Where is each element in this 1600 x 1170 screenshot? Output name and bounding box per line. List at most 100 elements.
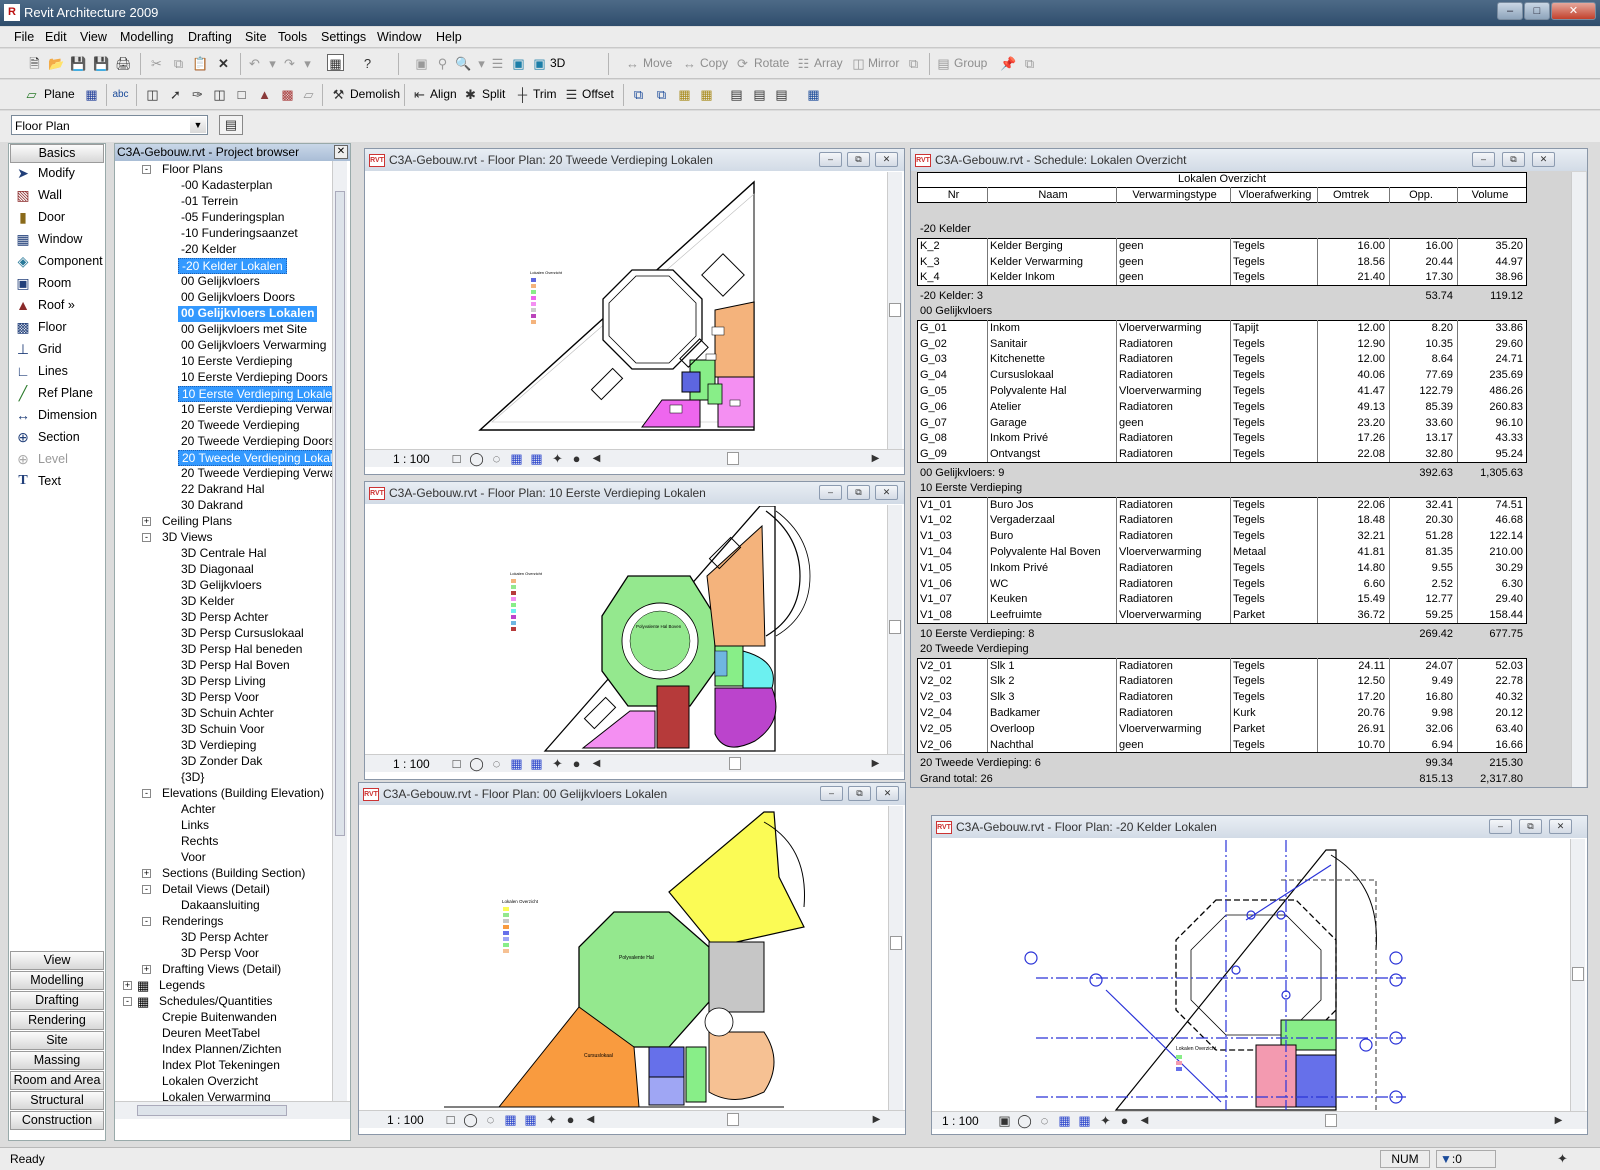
- tree-expander[interactable]: -: [142, 165, 151, 174]
- tree-item[interactable]: -20 Kelder: [181, 242, 236, 258]
- schedule-cell[interactable]: 486.26: [1457, 385, 1523, 397]
- shadows-icon[interactable]: ◌: [482, 1111, 499, 1128]
- tree-item[interactable]: 20 Tweede Verdieping Lokalen: [178, 450, 333, 466]
- scroll-right-icon[interactable]: ▶: [1550, 1112, 1567, 1129]
- menu-window[interactable]: Window: [377, 30, 421, 44]
- schedule-cell[interactable]: Tegels: [1233, 240, 1317, 252]
- tree-folder[interactable]: Floor Plans: [162, 162, 223, 178]
- schedule-cell[interactable]: 12.77: [1389, 593, 1453, 605]
- schedule-cell[interactable]: 40.06: [1317, 369, 1385, 381]
- schedule-cell[interactable]: Tegels: [1233, 385, 1317, 397]
- tree-item[interactable]: 3D Schuin Voor: [181, 722, 264, 738]
- schedule-cell[interactable]: V2_04: [920, 707, 987, 719]
- tree-folder[interactable]: Ceiling Plans: [162, 514, 232, 530]
- view-scale[interactable]: 1 : 100: [393, 452, 430, 466]
- tree-item[interactable]: 10 Eerste Verdieping Doors: [181, 370, 328, 386]
- schedule-cell[interactable]: 6.60: [1317, 578, 1385, 590]
- schedule-cell[interactable]: Vloerverwarming: [1119, 723, 1230, 735]
- mirror-button[interactable]: Mirror: [868, 56, 899, 70]
- tab-basics[interactable]: Basics: [10, 144, 104, 163]
- schedule-cell[interactable]: Atelier: [990, 401, 1116, 413]
- tree-item[interactable]: Deuren MeetTabel: [162, 1026, 260, 1042]
- schedule-cell[interactable]: G_06: [920, 401, 987, 413]
- schedule-cell[interactable]: Inkom Privé: [990, 432, 1116, 444]
- schedule-cell[interactable]: 29.40: [1457, 593, 1523, 605]
- crop-view-icon[interactable]: ▦: [508, 755, 525, 772]
- schedule-cell[interactable]: Radiatoren: [1119, 338, 1230, 350]
- minimize-button[interactable]: –: [1497, 2, 1523, 20]
- tool-modify[interactable]: ➤ Modify: [13, 163, 105, 183]
- zoom-list-icon[interactable]: ▾: [473, 55, 490, 72]
- tree-item[interactable]: Crepie Buitenwanden: [162, 1010, 277, 1026]
- schedule-cell[interactable]: Kurk: [1233, 707, 1317, 719]
- schedule-cell[interactable]: Radiatoren: [1119, 432, 1230, 444]
- schedule-cell[interactable]: 20.44: [1389, 256, 1453, 268]
- schedule-cell[interactable]: 12.00: [1317, 322, 1385, 334]
- tree-item[interactable]: 3D Persp Hal beneden: [181, 642, 302, 658]
- tree-item[interactable]: -10 Funderingsaanzet: [181, 226, 298, 242]
- close-icon[interactable]: ✕: [334, 145, 348, 159]
- schedule-cell[interactable]: Tegels: [1233, 369, 1317, 381]
- schedule-cell[interactable]: V1_05: [920, 562, 987, 574]
- schedule-cell[interactable]: K_2: [920, 240, 987, 252]
- schedule-cell[interactable]: Vergaderzaal: [990, 514, 1116, 526]
- schedule-cell[interactable]: Vloerverwarming: [1119, 546, 1230, 558]
- schedule-cell[interactable]: V1_03: [920, 530, 987, 542]
- view-minimize-button[interactable]: –: [819, 485, 842, 500]
- model-graphics-icon[interactable]: ◯: [468, 755, 485, 772]
- schedule-cell[interactable]: 74.51: [1457, 499, 1523, 511]
- tab-structural[interactable]: Structural: [10, 1091, 104, 1110]
- schedule-cell[interactable]: 14.80: [1317, 562, 1385, 574]
- column-header[interactable]: Vloerafwerking: [1233, 189, 1317, 201]
- schedule-cell[interactable]: G_04: [920, 369, 987, 381]
- scroll-right-icon[interactable]: ▶: [867, 755, 884, 772]
- show-crop-icon[interactable]: ▦: [528, 450, 545, 467]
- tool-ref-plane[interactable]: ╱ Ref Plane: [13, 383, 105, 403]
- align-button[interactable]: Align: [430, 87, 457, 101]
- mirror-icon[interactable]: ◫: [850, 55, 867, 72]
- tab-site[interactable]: Site: [10, 1031, 104, 1050]
- schedule-cell[interactable]: 23.20: [1317, 417, 1385, 429]
- shadows-icon[interactable]: ◌: [488, 755, 505, 772]
- dimension-tool-icon[interactable]: ◫: [144, 86, 161, 103]
- redo-icon[interactable]: ↷: [281, 55, 298, 72]
- schedule-cell[interactable]: 8.20: [1389, 322, 1453, 334]
- tree-item[interactable]: Voor: [181, 850, 206, 866]
- tool-roof[interactable]: ▲ Roof »: [13, 295, 105, 315]
- scroll-left-icon[interactable]: ◀: [1136, 1112, 1153, 1129]
- schedule-cell[interactable]: 16.66: [1457, 739, 1523, 751]
- schedule-cell[interactable]: Badkamer: [990, 707, 1116, 719]
- scroll-thumb[interactable]: [727, 452, 739, 465]
- tool-grid[interactable]: ⊥ Grid: [13, 339, 105, 359]
- tree-item[interactable]: 3D Centrale Hal: [181, 546, 266, 562]
- tree-item[interactable]: 3D Persp Hal Boven: [181, 658, 290, 674]
- tree-item[interactable]: 30 Dakrand: [181, 498, 243, 514]
- menu-settings[interactable]: Settings: [321, 30, 366, 44]
- type-properties-icon[interactable]: ▤: [773, 86, 790, 103]
- split-button[interactable]: Split: [482, 87, 505, 101]
- tree-folder[interactable]: Sections (Building Section): [162, 866, 305, 882]
- tree-folder[interactable]: Drafting Views (Detail): [162, 962, 281, 978]
- scroll-right-icon[interactable]: ▶: [867, 450, 884, 467]
- scroll-thumb[interactable]: [729, 757, 741, 770]
- schedule-cell[interactable]: 77.69: [1389, 369, 1453, 381]
- scroll-thumb[interactable]: [889, 303, 901, 317]
- schedule-cell[interactable]: 235.69: [1457, 369, 1523, 381]
- schedule-cell[interactable]: Polyvalente Hal Boven: [990, 546, 1116, 558]
- tool-door[interactable]: ▮ Door: [13, 207, 105, 227]
- schedule-cell[interactable]: 26.91: [1317, 723, 1385, 735]
- schedule-cell[interactable]: Leefruimte: [990, 609, 1116, 621]
- zoom-icon[interactable]: ⚲: [434, 55, 451, 72]
- schedule-cell[interactable]: 44.97: [1457, 256, 1523, 268]
- open-icon[interactable]: 📂: [48, 55, 65, 72]
- schedule-cell[interactable]: Tegels: [1233, 593, 1317, 605]
- tree-expander[interactable]: +: [142, 517, 151, 526]
- schedule-cell[interactable]: Buro Jos: [990, 499, 1116, 511]
- view-close-button[interactable]: ✕: [1532, 152, 1555, 167]
- scroll-thumb[interactable]: [335, 191, 345, 836]
- schedule-cell[interactable]: Ontvangst: [990, 448, 1116, 460]
- chevron-down-icon[interactable]: ▼: [190, 117, 206, 133]
- tree-item[interactable]: 3D Diagonaal: [181, 562, 254, 578]
- save-icon[interactable]: 💾: [70, 55, 87, 72]
- schedule-cell[interactable]: 6.94: [1389, 739, 1453, 751]
